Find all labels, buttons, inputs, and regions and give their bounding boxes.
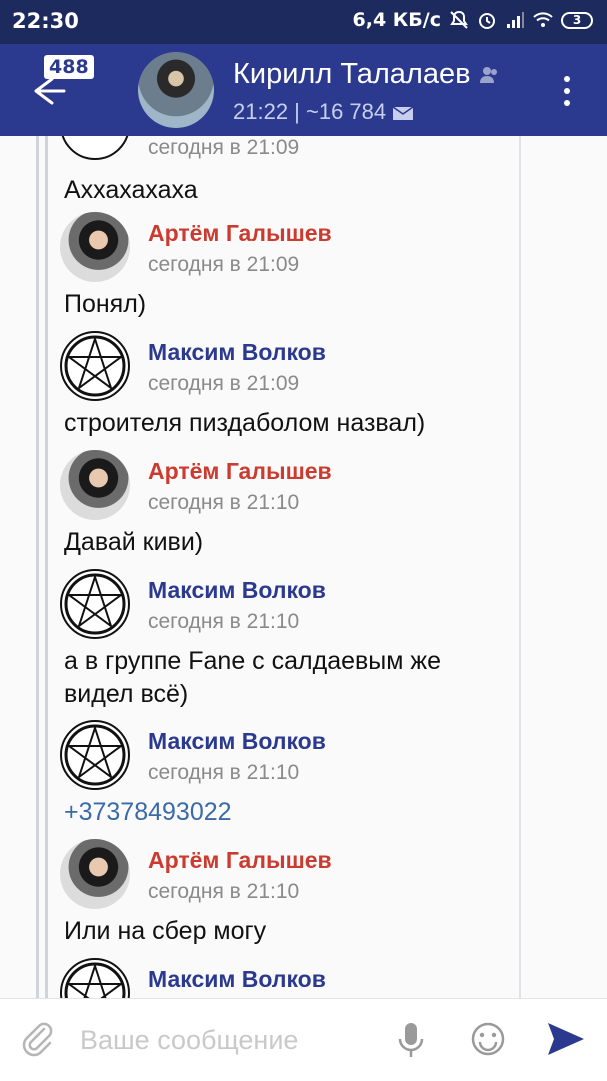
attach-icon[interactable] <box>20 1021 56 1057</box>
message-text: Аххахахаха <box>64 176 198 204</box>
avatar[interactable] <box>60 212 130 282</box>
message-text: строителя пиздаболом назвал) <box>64 409 426 437</box>
sender-name[interactable]: Максим Волков <box>148 577 326 604</box>
status-time: 22:30 <box>12 9 79 33</box>
send-icon[interactable] <box>546 1021 586 1057</box>
sender-name[interactable]: Артём Галышев <box>148 847 332 874</box>
message-time: сегодня в 21:10 <box>148 491 300 514</box>
message-text: Или на сбер могу <box>64 917 267 945</box>
sender-name[interactable]: Максим Волков <box>148 966 326 993</box>
message-time: сегодня в 21:09 <box>148 136 300 159</box>
chat-avatar[interactable] <box>138 52 214 128</box>
battery-icon: 3 <box>561 11 593 29</box>
message-time: сегодня в 21:09 <box>148 253 300 276</box>
more-vert-icon[interactable] <box>563 76 571 108</box>
message-time: сегодня в 21:10 <box>148 761 300 784</box>
dnd-bell-icon <box>450 10 468 29</box>
pentagram-icon <box>64 724 126 786</box>
emoji-icon[interactable] <box>470 1021 506 1057</box>
sender-name[interactable]: Артём Галышев <box>148 220 332 247</box>
status-bar: 22:30 6,4 КБ/с 3 <box>0 0 607 44</box>
group-icon <box>479 67 497 84</box>
alarm-icon <box>479 13 495 29</box>
message-time: сегодня в 21:10 <box>148 610 300 633</box>
chat-title-text: Кирилл Талалаев <box>233 58 471 90</box>
avatar[interactable] <box>60 569 130 639</box>
phone-link[interactable]: +37378493022 <box>64 794 232 831</box>
message-list[interactable]: сегодня в 21:09 Аххахахаха Артём Галышев… <box>0 136 607 998</box>
avatar[interactable] <box>60 720 130 790</box>
message-time: сегодня в 21:10 <box>148 880 300 903</box>
mail-icon <box>392 106 414 121</box>
message-text: Понял) <box>64 290 147 318</box>
back-arrow-icon[interactable] <box>32 74 66 108</box>
wifi-icon <box>533 12 553 27</box>
message-input-bar <box>0 998 607 1081</box>
pentagram-icon <box>64 573 126 635</box>
chat-subtitle-text: 21:22 | ~16 784 <box>233 99 387 124</box>
sender-name[interactable]: Артём Галышев <box>148 458 332 485</box>
chat-title[interactable]: Кирилл Талалаев <box>233 58 499 91</box>
chat-toolbar: 488 Кирилл Талалаев 21:22 | ~16 784 <box>0 44 607 136</box>
message-text-line: видел всё) <box>64 680 189 708</box>
message-text-line: а в группе Fane с салдаевым же <box>64 647 442 675</box>
unread-badge[interactable]: 488 <box>44 55 94 79</box>
status-icons: 6,4 КБ/с 3 <box>352 9 593 31</box>
mic-icon[interactable] <box>396 1021 426 1059</box>
avatar[interactable] <box>60 331 130 401</box>
message-input[interactable] <box>78 1017 382 1063</box>
sender-name[interactable]: Максим Волков <box>148 339 326 366</box>
message-time: сегодня в 21:09 <box>148 372 300 395</box>
message-text: Давай киви) <box>64 528 204 556</box>
network-speed: 6,4 КБ/с <box>352 9 442 31</box>
signal-icon <box>507 12 524 28</box>
pentagram-icon <box>64 335 126 397</box>
avatar[interactable] <box>60 450 130 520</box>
chat-subtitle: 21:22 | ~16 784 <box>233 99 414 125</box>
avatar[interactable] <box>60 839 130 909</box>
sender-name[interactable]: Максим Волков <box>148 728 326 755</box>
